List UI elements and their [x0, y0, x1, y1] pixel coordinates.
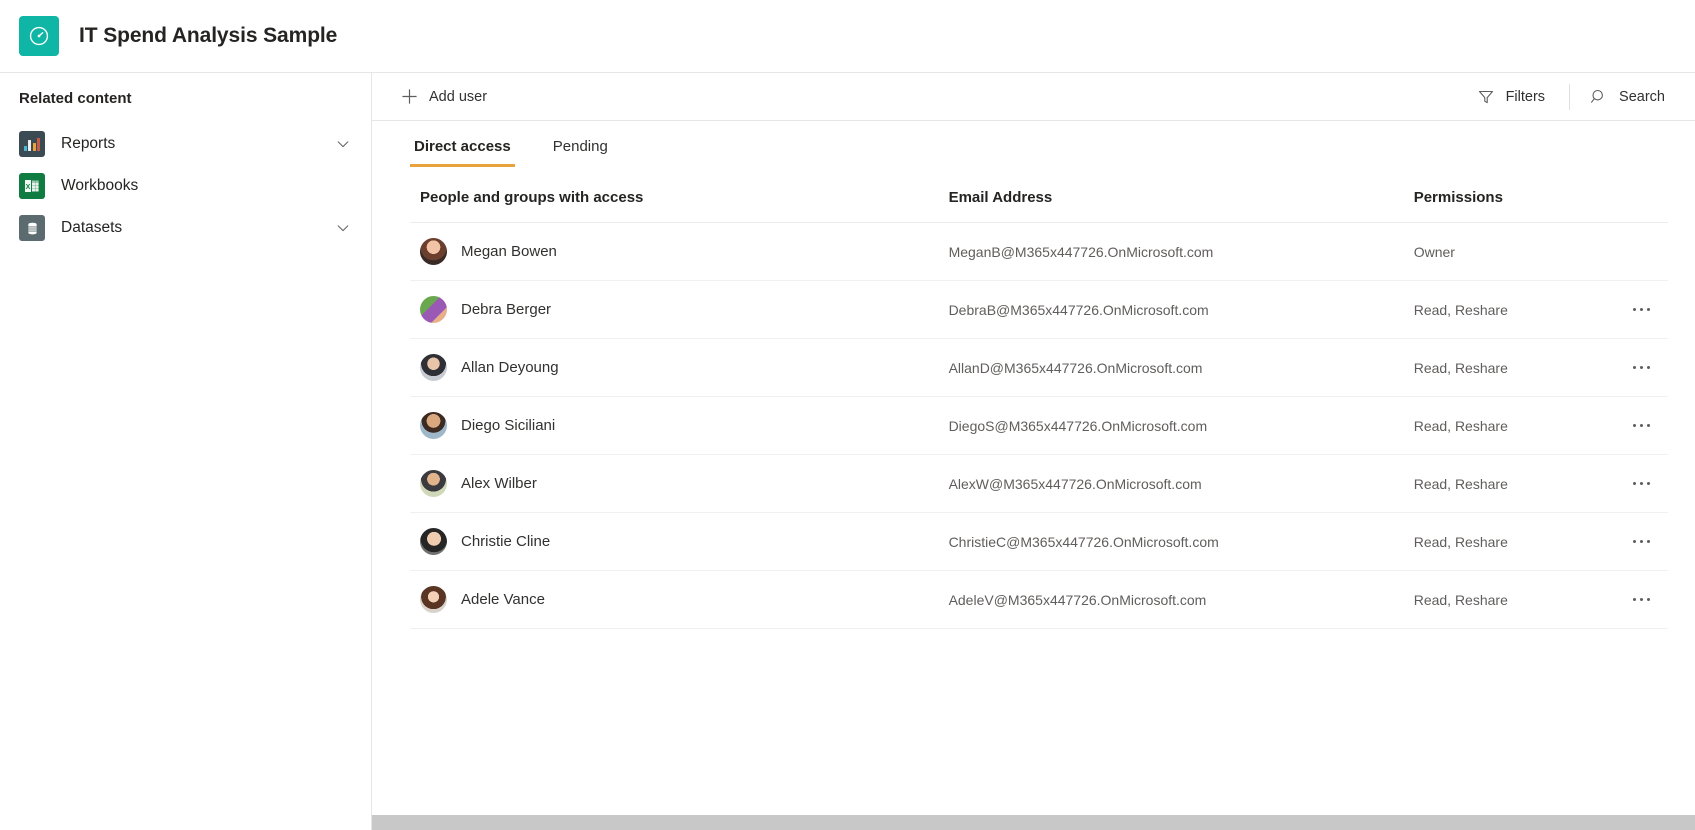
person-name: Adele Vance [461, 591, 545, 608]
person-email: AlexW@M365x447726.OnMicrosoft.com [938, 454, 1404, 513]
table-row[interactable]: Debra Berger DebraB@M365x447726.OnMicros… [410, 280, 1668, 339]
tab-pending[interactable]: Pending [549, 138, 612, 167]
person-email: DebraB@M365x447726.OnMicrosoft.com [938, 280, 1404, 339]
avatar [420, 470, 447, 497]
column-header-permissions: Permissions [1403, 189, 1605, 223]
person-name: Christie Cline [461, 533, 551, 550]
avatar [420, 238, 447, 265]
table-row[interactable]: Adele Vance AdeleV@M365x447726.OnMicroso… [410, 570, 1668, 629]
person-permission: Read, Reshare [1403, 454, 1605, 513]
command-bar-divider [1569, 83, 1571, 110]
add-user-button[interactable]: Add user [394, 81, 497, 113]
tab-list: Direct access Pending [372, 121, 1695, 167]
person-name: Allan Deyoung [461, 359, 559, 376]
person-email: AllanD@M365x447726.OnMicrosoft.com [938, 338, 1404, 397]
access-table: People and groups with access Email Addr… [410, 189, 1668, 629]
excel-icon: X [19, 173, 45, 199]
column-header-email: Email Address [938, 189, 1404, 223]
filter-icon [1475, 86, 1497, 108]
sidebar-item-reports[interactable]: Reports [0, 123, 371, 165]
plus-icon [398, 86, 420, 108]
app-header: IT Spend Analysis Sample [0, 0, 1695, 73]
more-options-icon[interactable] [1624, 585, 1658, 615]
more-options-icon[interactable] [1624, 527, 1658, 557]
table-row[interactable]: Alex Wilber AlexW@M365x447726.OnMicrosof… [410, 454, 1668, 513]
table-row[interactable]: Allan Deyoung AllanD@M365x447726.OnMicro… [410, 338, 1668, 397]
table-row[interactable]: Christie Cline ChristieC@M365x447726.OnM… [410, 512, 1668, 571]
main-pane: Add user Filters Search Direct access Pe… [372, 73, 1695, 830]
avatar [420, 528, 447, 555]
person-name: Alex Wilber [461, 475, 537, 492]
page-title: IT Spend Analysis Sample [79, 24, 338, 47]
more-options-icon[interactable] [1624, 353, 1658, 383]
sidebar-item-workbooks[interactable]: X Workbooks [0, 165, 371, 207]
sidebar-item-label: Datasets [61, 219, 123, 236]
sidebar: Related content Reports X Workbooks Data… [0, 73, 372, 830]
search-icon [1588, 86, 1610, 108]
person-email: AdeleV@M365x447726.OnMicrosoft.com [938, 570, 1404, 629]
horizontal-scrollbar[interactable] [372, 815, 1695, 830]
person-permission: Read, Reshare [1403, 396, 1605, 455]
avatar [420, 296, 447, 323]
sidebar-item-datasets[interactable]: Datasets [0, 207, 371, 249]
table-row[interactable]: Diego Siciliani DiegoS@M365x447726.OnMic… [410, 396, 1668, 455]
sidebar-item-label: Reports [61, 135, 116, 152]
svg-text:X: X [26, 184, 31, 191]
person-email: DiegoS@M365x447726.OnMicrosoft.com [938, 396, 1404, 455]
person-name: Diego Siciliani [461, 417, 556, 434]
person-email: ChristieC@M365x447726.OnMicrosoft.com [938, 512, 1404, 571]
person-permission: Owner [1403, 222, 1605, 281]
chevron-down-icon[interactable] [336, 137, 350, 151]
more-options-icon[interactable] [1624, 295, 1658, 325]
avatar [420, 586, 447, 613]
person-name: Debra Berger [461, 301, 552, 318]
table-row[interactable]: Megan Bowen MeganB@M365x447726.OnMicroso… [410, 222, 1668, 281]
more-options-icon[interactable] [1624, 411, 1658, 441]
sidebar-bottom-filler [0, 815, 372, 830]
filters-button[interactable]: Filters [1471, 81, 1555, 113]
table-header-row: People and groups with access Email Addr… [410, 189, 1668, 223]
horizontal-scrollbar-thumb[interactable] [372, 815, 1690, 830]
column-header-actions [1604, 189, 1668, 223]
column-header-people: People and groups with access [410, 189, 939, 223]
avatar [420, 412, 447, 439]
database-icon [19, 215, 45, 241]
more-options-icon[interactable] [1624, 469, 1658, 499]
command-bar-right: Filters Search [1471, 81, 1695, 113]
person-email: MeganB@M365x447726.OnMicrosoft.com [938, 222, 1404, 281]
person-permission: Read, Reshare [1403, 570, 1605, 629]
chevron-down-icon[interactable] [336, 221, 350, 235]
filters-label: Filters [1505, 88, 1546, 105]
gauge-icon [19, 16, 59, 56]
access-table-body: Megan Bowen MeganB@M365x447726.OnMicroso… [410, 222, 1668, 629]
person-name: Megan Bowen [461, 243, 557, 260]
sidebar-heading: Related content [19, 90, 132, 107]
avatar [420, 354, 447, 381]
search-button[interactable]: Search [1584, 81, 1675, 113]
sidebar-item-label: Workbooks [61, 177, 139, 194]
search-label: Search [1619, 88, 1665, 105]
access-table-container: People and groups with access Email Addr… [372, 167, 1695, 830]
person-permission: Read, Reshare [1403, 512, 1605, 571]
person-permission: Read, Reshare [1403, 280, 1605, 339]
bar-chart-icon [19, 131, 45, 157]
command-bar: Add user Filters Search [372, 73, 1695, 121]
person-permission: Read, Reshare [1403, 338, 1605, 397]
share-permissions-page: IT Spend Analysis Sample Related content… [0, 0, 1695, 830]
tab-direct-access[interactable]: Direct access [410, 138, 515, 167]
add-user-label: Add user [429, 88, 488, 105]
